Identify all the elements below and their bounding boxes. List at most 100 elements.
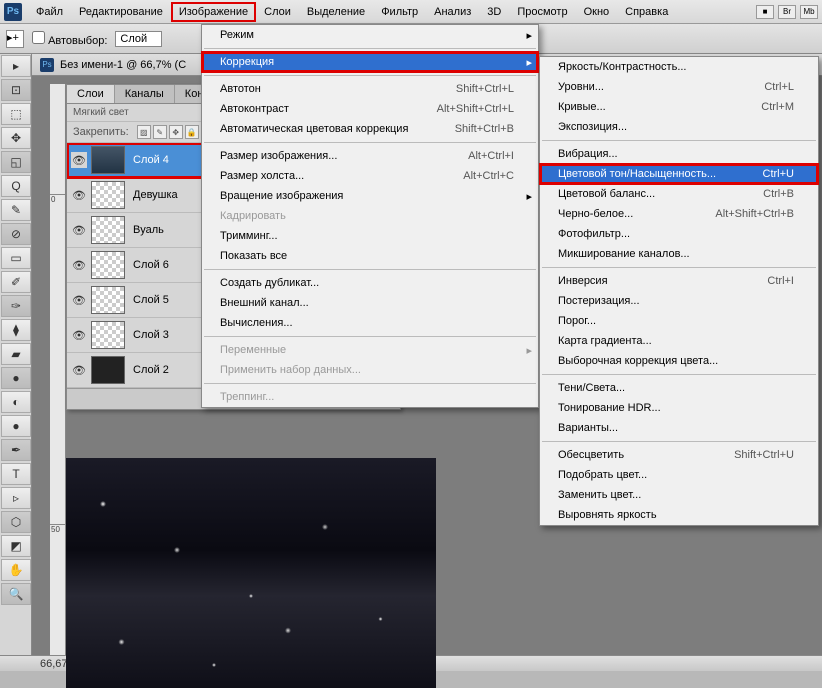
menu-item-выборочнаякоррекцияцвета[interactable]: Выборочная коррекция цвета... xyxy=(540,351,818,371)
ruler-vertical: 050 xyxy=(50,84,66,655)
tool-4[interactable]: ◱ xyxy=(1,151,31,173)
tool-11[interactable]: ⧫ xyxy=(1,319,31,341)
menu-item-автоконтраст[interactable]: АвтоконтрастAlt+Shift+Ctrl+L xyxy=(202,99,538,119)
menu-редактирование[interactable]: Редактирование xyxy=(71,2,171,22)
lock-all-icon[interactable]: 🔒 xyxy=(185,125,199,139)
tool-10[interactable]: ✑ xyxy=(1,295,31,317)
menu-item-картаградиента[interactable]: Карта градиента... xyxy=(540,331,818,351)
menu-окно[interactable]: Окно xyxy=(576,2,618,22)
tool-22[interactable]: 🔍 xyxy=(1,583,31,605)
tool-18[interactable]: ▹ xyxy=(1,487,31,509)
visibility-icon[interactable]: 👁 xyxy=(71,187,87,203)
menu-item-label: Порог... xyxy=(558,315,596,327)
menu-item-размерхолста[interactable]: Размер холста...Alt+Ctrl+C xyxy=(202,166,538,186)
menu-анализ[interactable]: Анализ xyxy=(426,2,479,22)
menu-item-коррекция[interactable]: Коррекция xyxy=(202,52,538,72)
menu-item-фотофильтр[interactable]: Фотофильтр... xyxy=(540,224,818,244)
menu-item-label: Размер холста... xyxy=(220,170,304,182)
tool-14[interactable]: ◐ xyxy=(1,391,31,413)
menu-изображение[interactable]: Изображение xyxy=(171,2,256,22)
menu-item-цветовойбаланс[interactable]: Цветовой баланс...Ctrl+B xyxy=(540,184,818,204)
tool-2[interactable]: ⬚ xyxy=(1,103,31,125)
menu-item-тонированиеhdr[interactable]: Тонирование HDR... xyxy=(540,398,818,418)
menu-shortcut: Alt+Ctrl+I xyxy=(468,150,514,162)
visibility-icon[interactable]: 👁 xyxy=(71,362,87,378)
menu-фильтр[interactable]: Фильтр xyxy=(373,2,426,22)
menu-item-подобратьцвет[interactable]: Подобрать цвет... xyxy=(540,465,818,485)
menu-item-вычисления[interactable]: Вычисления... xyxy=(202,313,538,333)
menu-item-инверсия[interactable]: ИнверсияCtrl+I xyxy=(540,271,818,291)
lock-transparent-icon[interactable]: ▨ xyxy=(137,125,151,139)
lock-pixels-icon[interactable]: ✎ xyxy=(153,125,167,139)
tool-19[interactable]: ⬡ xyxy=(1,511,31,533)
menu-выделение[interactable]: Выделение xyxy=(299,2,373,22)
menu-item-показатьвсе[interactable]: Показать все xyxy=(202,246,538,266)
tool-17[interactable]: T xyxy=(1,463,31,485)
menu-item-label: Создать дубликат... xyxy=(220,277,319,289)
menu-item-варианты[interactable]: Варианты... xyxy=(540,418,818,438)
tool-12[interactable]: ▰ xyxy=(1,343,31,365)
visibility-icon[interactable]: 👁 xyxy=(71,152,87,168)
lock-position-icon[interactable]: ✥ xyxy=(169,125,183,139)
menu-файл[interactable]: Файл xyxy=(28,2,71,22)
menu-item-порог[interactable]: Порог... xyxy=(540,311,818,331)
titlebar-icon[interactable]: Mb xyxy=(800,5,818,19)
tool-6[interactable]: ✎ xyxy=(1,199,31,221)
panel-tab-Каналы[interactable]: Каналы xyxy=(115,85,175,103)
layer-thumb xyxy=(91,251,125,279)
menu-item-тенисвета[interactable]: Тени/Света... xyxy=(540,378,818,398)
tool-0[interactable]: ▸ xyxy=(1,55,31,77)
tool-16[interactable]: ✒ xyxy=(1,439,31,461)
menu-item-размеризображения[interactable]: Размер изображения...Alt+Ctrl+I xyxy=(202,146,538,166)
canvas[interactable] xyxy=(66,458,436,688)
menu-item-автотон[interactable]: АвтотонShift+Ctrl+L xyxy=(202,79,538,99)
visibility-icon[interactable]: 👁 xyxy=(71,257,87,273)
menu-item-экспозиция[interactable]: Экспозиция... xyxy=(540,117,818,137)
auto-select-checkbox[interactable]: Автовыбор: xyxy=(32,31,107,47)
menu-item-заменитьцвет[interactable]: Заменить цвет... xyxy=(540,485,818,505)
tool-8[interactable]: ▭ xyxy=(1,247,31,269)
menu-item-цветовойтоннасыщенность[interactable]: Цветовой тон/Насыщенность... Ctrl+U xyxy=(540,164,818,184)
menu-item-тримминг[interactable]: Тримминг... xyxy=(202,226,538,246)
visibility-icon[interactable]: 👁 xyxy=(71,292,87,308)
tool-21[interactable]: ✋ xyxy=(1,559,31,581)
menu-correction-dropdown: Яркость/Контрастность...Уровни...Ctrl+LК… xyxy=(539,56,819,526)
menu-item-обесцветить[interactable]: ОбесцветитьShift+Ctrl+U xyxy=(540,445,818,465)
menu-separator xyxy=(204,142,536,143)
menu-3d[interactable]: 3D xyxy=(479,2,509,22)
panel-tab-Слои[interactable]: Слои xyxy=(67,85,115,103)
visibility-icon[interactable]: 👁 xyxy=(71,327,87,343)
menu-справка[interactable]: Справка xyxy=(617,2,676,22)
menu-item-вращениеизображения[interactable]: Вращение изображения xyxy=(202,186,538,206)
menu-item-label: Цветовой тон/Насыщенность... xyxy=(558,168,716,180)
menu-item-микшированиеканалов[interactable]: Микширование каналов... xyxy=(540,244,818,264)
move-tool-icon[interactable]: ▸+ xyxy=(6,30,24,48)
tool-15[interactable]: ● xyxy=(1,415,31,437)
menu-item-автоматическаяцветоваякоррекция[interactable]: Автоматическая цветовая коррекцияShift+C… xyxy=(202,119,538,139)
menu-item-создатьдубликат[interactable]: Создать дубликат... xyxy=(202,273,538,293)
menu-слои[interactable]: Слои xyxy=(256,2,299,22)
tool-7[interactable]: ⊘ xyxy=(1,223,31,245)
menu-item-кривые[interactable]: Кривые...Ctrl+M xyxy=(540,97,818,117)
menu-item-постеризация[interactable]: Постеризация... xyxy=(540,291,818,311)
tool-13[interactable]: ● xyxy=(1,367,31,389)
menu-separator xyxy=(542,140,816,141)
tool-20[interactable]: ◩ xyxy=(1,535,31,557)
tool-1[interactable]: ⊡ xyxy=(1,79,31,101)
menu-item-уровни[interactable]: Уровни...Ctrl+L xyxy=(540,77,818,97)
menu-item-режим[interactable]: Режим xyxy=(202,25,538,45)
visibility-icon[interactable]: 👁 xyxy=(71,222,87,238)
tool-9[interactable]: ✐ xyxy=(1,271,31,293)
menu-shortcut: Ctrl+U xyxy=(763,168,794,180)
tool-3[interactable]: ✥ xyxy=(1,127,31,149)
tool-5[interactable]: Q xyxy=(1,175,31,197)
menu-item-чернобелое[interactable]: Черно-белое...Alt+Shift+Ctrl+B xyxy=(540,204,818,224)
menu-item-выровнятьяркость[interactable]: Выровнять яркость xyxy=(540,505,818,525)
auto-select-dropdown[interactable]: Слой xyxy=(115,31,162,47)
titlebar-icon[interactable]: Br xyxy=(778,5,796,19)
menu-item-яркостьконтрастность[interactable]: Яркость/Контрастность... xyxy=(540,57,818,77)
menu-просмотр[interactable]: Просмотр xyxy=(509,2,575,22)
titlebar-icon[interactable]: ■ xyxy=(756,5,774,19)
menu-item-вибрация[interactable]: Вибрация... xyxy=(540,144,818,164)
menu-item-внешнийканал[interactable]: Внешний канал... xyxy=(202,293,538,313)
